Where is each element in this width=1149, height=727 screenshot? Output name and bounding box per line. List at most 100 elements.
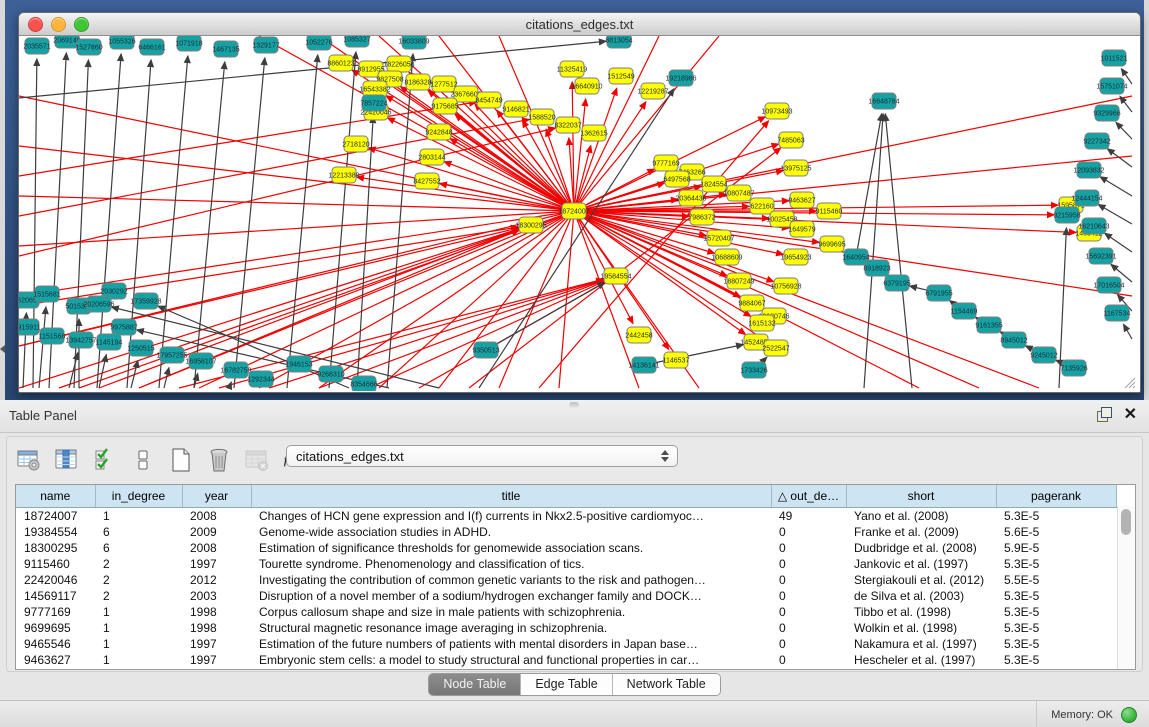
column-header-name[interactable]: name [16,485,95,508]
network-node[interactable]: 9175685 [431,98,458,114]
network-node[interactable]: 13975125 [780,160,811,176]
network-node[interactable]: 9146821 [502,101,529,117]
network-node[interactable]: 1527860 [75,39,102,55]
network-node[interactable]: 17957255 [156,347,187,363]
network-node[interactable]: 19654923 [780,249,811,265]
network-node[interactable]: 9329966 [1093,105,1120,121]
network-node[interactable]: 9699695 [818,236,845,252]
table-row[interactable]: 946554611997Estimation of the future num… [16,636,1116,652]
network-node[interactable]: 622160 [750,198,774,214]
memory-ok-indicator-icon[interactable] [1121,707,1137,723]
network-node[interactable]: 9268310 [317,366,344,382]
network-node[interactable]: 17016504 [1093,277,1124,293]
network-node[interactable]: 1329177 [252,37,279,53]
float-panel-icon[interactable] [1097,407,1112,422]
table-scrollbar[interactable] [1117,506,1135,669]
network-node[interactable]: 1085327 [343,36,370,47]
column-header-in_degree[interactable]: in_degree [95,485,182,508]
tab-network-table[interactable]: Network Table [613,674,720,695]
network-node[interactable]: 15751074 [1096,78,1127,94]
network-node[interactable]: 12093832 [1073,162,1104,178]
network-node[interactable]: 1011521 [1101,50,1128,66]
panel-drag-handle[interactable] [569,402,579,408]
network-node[interactable]: 1151568 [39,328,66,344]
network-node[interactable]: 7986372 [688,209,715,225]
network-node[interactable]: 18300295 [515,217,546,233]
network-node[interactable]: 2442458 [625,327,652,343]
network-node[interactable]: 9884067 [738,295,765,311]
network-node[interactable]: 1733426 [740,362,767,378]
network-node[interactable]: 19584554 [600,268,631,284]
network-node[interactable]: 16958107 [185,353,216,369]
table-mode-button[interactable] [15,447,42,474]
column-header-title[interactable]: title [251,485,771,508]
table-row[interactable]: 1872400712008Changes of HCN gene express… [16,508,1116,525]
table-row[interactable]: 977716911998Corpus callosum shape and si… [16,604,1116,620]
tab-edge-table[interactable]: Edge Table [521,674,612,695]
network-node[interactable]: 14136141 [628,357,659,373]
network-node[interactable]: 6466161 [138,39,165,55]
delete-table-button[interactable] [243,447,270,474]
network-node[interactable]: 9463627 [788,192,815,208]
network-node[interactable]: 2522547 [762,340,789,356]
network-node[interactable]: 2803144 [418,149,445,165]
network-node[interactable]: 16033809 [398,36,429,49]
network-node[interactable]: 10807487 [723,185,754,201]
network-node[interactable]: 1071918 [175,36,202,51]
network-node[interactable]: 16210643 [1078,218,1109,234]
column-header-pagerank[interactable]: pagerank [996,485,1116,508]
network-node[interactable]: 6379195 [883,275,910,291]
network-node[interactable]: 15692391 [1085,248,1116,264]
network-node[interactable]: 6791955 [925,285,952,301]
network-node[interactable]: 18226058 [383,56,414,72]
network-node[interactable]: 12219287 [637,83,668,99]
network-node[interactable]: 6497568 [663,171,690,187]
network-node[interactable]: 1615132 [748,315,775,331]
network-node[interactable]: 12444154 [1071,190,1102,206]
network-node[interactable]: 8813054 [605,36,632,48]
column-visibility-button[interactable] [53,447,80,474]
network-node[interactable]: 9777169 [652,155,679,171]
network-node[interactable]: 9115460 [816,203,843,219]
tab-node-table[interactable]: Node Table [429,674,521,695]
network-node[interactable]: 1649579 [788,221,815,237]
table-row[interactable]: 1456911722003Disruption of a novel membe… [16,588,1116,604]
network-node[interactable]: 1167534 [1104,305,1131,321]
table-scrollbar-thumb[interactable] [1121,509,1131,535]
network-node[interactable]: 20206596 [83,296,114,312]
column-header-out_de[interactable]: △ out_de… [771,485,846,508]
network-node[interactable]: 7135926 [1060,360,1087,376]
network-node[interactable]: 9350513 [472,342,499,358]
network-node[interactable]: 16640910 [571,78,602,94]
network-node[interactable]: 1588520 [528,109,555,125]
network-node[interactable]: 9161355 [975,317,1002,333]
panel-collapse-arrow-icon[interactable] [0,345,5,353]
network-node[interactable]: 1362615 [580,125,607,141]
network-node[interactable]: 12213389 [328,167,359,183]
network-node[interactable]: 1512549 [607,68,634,84]
table-row[interactable]: 1938455462009Genome-wide association stu… [16,524,1116,540]
network-node[interactable]: 20364436 [675,190,706,206]
table-row[interactable]: 911546021997Tourette syndrome. Phenomeno… [16,556,1116,572]
network-node[interactable]: 10688609 [711,249,742,265]
table-selector-dropdown[interactable]: citations_edges.txt [286,445,678,467]
network-node[interactable]: 8918923 [863,260,890,276]
network-node[interactable]: 1052276 [305,36,332,50]
network-node[interactable]: 1055326 [108,36,135,49]
network-node[interactable]: 1145194 [96,334,123,350]
network-node[interactable]: 2718120 [342,136,369,152]
row-height-button[interactable] [129,447,156,474]
network-node[interactable]: 9242848 [425,124,452,140]
network-node[interactable]: 8427552 [413,173,440,189]
network-node[interactable]: 3915911 [19,319,40,335]
table-row[interactable]: 946362711997Embryonic stem cells: a mode… [16,652,1116,668]
table-row[interactable]: 969969511998Structural magnetic resonanc… [16,620,1116,636]
network-node[interactable]: 8860123 [327,55,354,71]
network-node[interactable]: 16648784 [868,93,899,109]
network-node[interactable]: 11325419 [557,61,588,77]
network-node[interactable]: 8186328 [404,74,431,90]
network-node[interactable]: 8945012 [1000,332,1027,348]
table-row[interactable]: 1830029562008Estimation of significance … [16,540,1116,556]
network-node[interactable]: 18807249 [723,273,754,289]
network-node[interactable]: 8354666 [350,376,377,391]
